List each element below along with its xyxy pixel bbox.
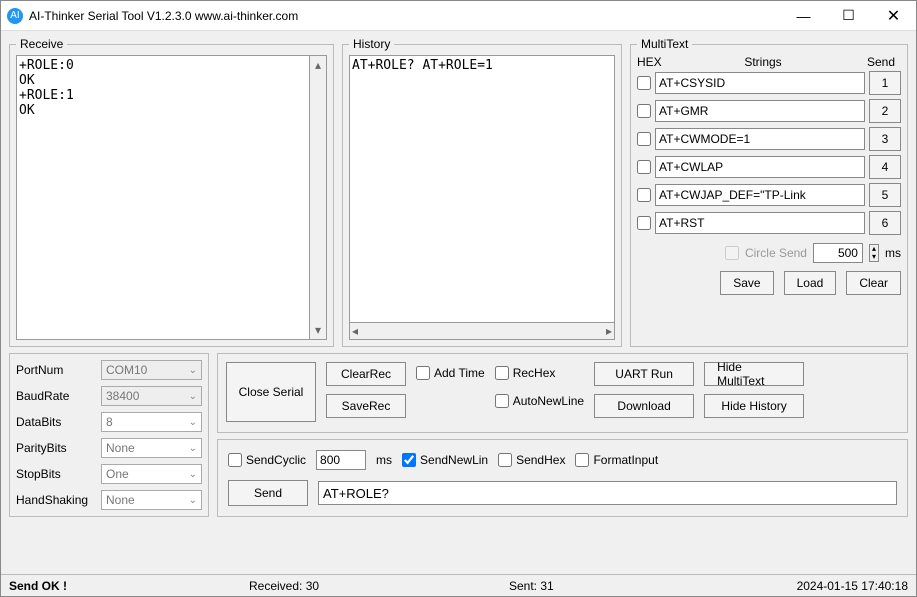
multitext-legend: MultiText (637, 37, 692, 51)
app-logo-icon: AI (7, 8, 23, 24)
history-hscrollbar[interactable]: ◂▸ (349, 323, 615, 340)
multitext-row: 2 (637, 99, 901, 123)
send-newline-checkbox[interactable]: SendNewLin (402, 453, 488, 467)
multitext-send-button[interactable]: 5 (869, 183, 901, 207)
circle-send-interval[interactable] (813, 243, 863, 263)
auto-newline-checkbox[interactable]: AutoNewLine (495, 394, 584, 408)
receive-scrollbar[interactable]: ▴▾ (310, 55, 327, 340)
portnum-label: PortNum (16, 363, 101, 377)
format-input-checkbox[interactable]: FormatInput (575, 453, 658, 467)
send-cyclic-checkbox[interactable]: SendCyclic (228, 453, 306, 467)
send-button[interactable]: Send (228, 480, 308, 506)
mid-panel: Close Serial ClearRec SaveRec Add Time R… (217, 353, 908, 433)
rec-hex-checkbox[interactable]: RecHex (495, 366, 584, 380)
multitext-hex-checkbox[interactable] (637, 216, 651, 230)
handshaking-select[interactable]: None⌄ (101, 490, 202, 510)
uart-run-button[interactable]: UART Run (594, 362, 694, 386)
multitext-string-input[interactable] (655, 212, 865, 234)
window-title: AI-Thinker Serial Tool V1.2.3.0 www.ai-t… (29, 9, 781, 23)
multitext-send-button[interactable]: 3 (869, 127, 901, 151)
send-hex-checkbox[interactable]: SendHex (498, 453, 565, 467)
multitext-hex-checkbox[interactable] (637, 76, 651, 90)
send-panel: SendCyclic ms SendNewLin SendHex FormatI… (217, 439, 908, 517)
multitext-hex-checkbox[interactable] (637, 132, 651, 146)
receive-legend: Receive (16, 37, 67, 51)
multitext-load-button[interactable]: Load (784, 271, 837, 295)
multitext-send-button[interactable]: 2 (869, 99, 901, 123)
multitext-string-input[interactable] (655, 100, 865, 122)
multitext-send-button[interactable]: 4 (869, 155, 901, 179)
history-legend: History (349, 37, 394, 51)
paritybits-select[interactable]: None⌄ (101, 438, 202, 458)
status-bar: Send OK ! Received: 30 Sent: 31 2024-01-… (1, 574, 916, 596)
multitext-row: 4 (637, 155, 901, 179)
status-ok: Send OK ! (9, 579, 249, 593)
hide-history-button[interactable]: Hide History (704, 394, 804, 418)
multitext-send-button[interactable]: 6 (869, 211, 901, 235)
multitext-save-button[interactable]: Save (720, 271, 773, 295)
maximize-button[interactable]: ☐ (826, 1, 871, 30)
command-input[interactable] (318, 481, 897, 505)
multitext-head-send: Send (861, 55, 901, 69)
multitext-string-input[interactable] (655, 156, 865, 178)
status-received: Received: 30 (249, 579, 509, 593)
multitext-hex-checkbox[interactable] (637, 160, 651, 174)
multitext-string-input[interactable] (655, 72, 865, 94)
multitext-row: 6 (637, 211, 901, 235)
status-sent: Sent: 31 (509, 579, 797, 593)
status-time: 2024-01-15 17:40:18 (797, 579, 908, 593)
multitext-row: 1 (637, 71, 901, 95)
multitext-string-input[interactable] (655, 184, 865, 206)
clear-rec-button[interactable]: ClearRec (326, 362, 406, 386)
portnum-select[interactable]: COM10⌄ (101, 360, 202, 380)
multitext-panel: MultiText HEX Strings Send 1 2 3 4 5 6 Circle… (630, 37, 908, 347)
multitext-row: 5 (637, 183, 901, 207)
stopbits-label: StopBits (16, 467, 101, 481)
multitext-send-button[interactable]: 1 (869, 71, 901, 95)
close-button[interactable]: ✕ (871, 1, 916, 30)
baudrate-select[interactable]: 38400⌄ (101, 386, 202, 406)
circle-send-spinner[interactable]: ▴▾ (869, 244, 879, 262)
hide-multitext-button[interactable]: Hide MultiText (704, 362, 804, 386)
receive-panel: Receive +ROLE:0 OK +ROLE:1 OK ▴▾ (9, 37, 334, 347)
baudrate-label: BaudRate (16, 389, 101, 403)
databits-select[interactable]: 8⌄ (101, 412, 202, 432)
add-time-checkbox[interactable]: Add Time (416, 366, 485, 380)
circle-send-label: Circle Send (745, 246, 807, 260)
circle-send-checkbox (725, 246, 739, 260)
send-cyclic-interval[interactable] (316, 450, 366, 470)
minimize-button[interactable]: — (781, 1, 826, 30)
titlebar: AI AI-Thinker Serial Tool V1.2.3.0 www.a… (1, 1, 916, 31)
receive-textarea[interactable]: +ROLE:0 OK +ROLE:1 OK (16, 55, 310, 340)
stopbits-select[interactable]: One⌄ (101, 464, 202, 484)
save-rec-button[interactable]: SaveRec (326, 394, 406, 418)
circle-send-unit: ms (885, 246, 901, 260)
history-panel: History AT+ROLE? AT+ROLE=1 ◂▸ (342, 37, 622, 347)
multitext-clear-button[interactable]: Clear (846, 271, 901, 295)
port-panel: PortNumCOM10⌄ BaudRate38400⌄ DataBits8⌄ … (9, 353, 209, 517)
history-textarea[interactable]: AT+ROLE? AT+ROLE=1 (349, 55, 615, 323)
multitext-head-strings: Strings (665, 55, 861, 69)
send-cyclic-unit: ms (376, 453, 392, 467)
multitext-row: 3 (637, 127, 901, 151)
multitext-string-input[interactable] (655, 128, 865, 150)
multitext-hex-checkbox[interactable] (637, 188, 651, 202)
download-button[interactable]: Download (594, 394, 694, 418)
handshaking-label: HandShaking (16, 493, 101, 507)
close-serial-button[interactable]: Close Serial (226, 362, 316, 422)
databits-label: DataBits (16, 415, 101, 429)
paritybits-label: ParityBits (16, 441, 101, 455)
multitext-head-hex: HEX (637, 55, 665, 69)
multitext-hex-checkbox[interactable] (637, 104, 651, 118)
